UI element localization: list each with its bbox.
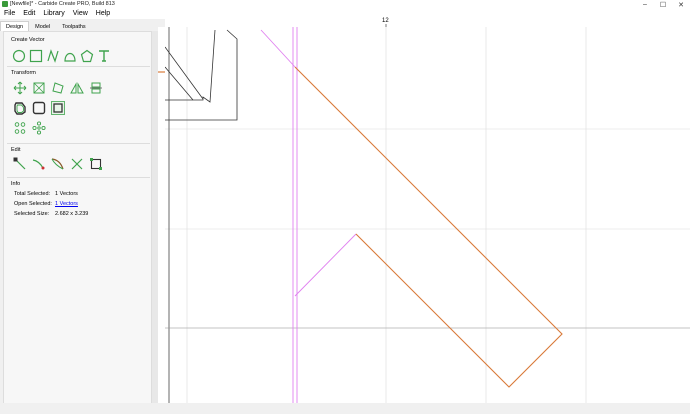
transform-section: Transform	[7, 67, 150, 144]
curve-icon[interactable]	[63, 49, 77, 63]
boolean-icon[interactable]	[51, 101, 65, 115]
cut-icon[interactable]	[70, 157, 84, 171]
create-vector-section: Create Vector	[7, 32, 150, 67]
vector-guide-magenta	[260, 27, 357, 403]
canvas-grid	[165, 27, 690, 403]
polygon-icon[interactable]	[80, 49, 94, 63]
total-selected-value: 1 Vectors	[55, 191, 78, 197]
section-title-create-vector: Create Vector	[11, 37, 45, 43]
trim-icon[interactable]	[32, 157, 46, 171]
minimize-button[interactable]: –	[636, 0, 654, 9]
node-edit-icon[interactable]	[13, 157, 27, 171]
open-selected-label: Open Selected:	[14, 201, 52, 207]
canvas-drawing	[165, 27, 690, 403]
selected-size-label: Selected Size:	[14, 211, 50, 217]
design-canvas[interactable]	[165, 27, 690, 403]
section-title-transform: Transform	[11, 70, 36, 76]
offset-icon[interactable]	[13, 101, 27, 115]
move-icon[interactable]	[13, 81, 27, 95]
circle-icon[interactable]	[12, 49, 26, 63]
rotate-icon[interactable]	[51, 81, 65, 95]
ruler-left-marker	[158, 71, 165, 73]
window-title: [Newfile]* - Carbide Create PRO, Build 8…	[10, 1, 115, 7]
scale-icon[interactable]	[32, 81, 46, 95]
menu-edit[interactable]: Edit	[19, 9, 39, 19]
edit-section: Edit	[7, 144, 150, 178]
tab-toolpaths[interactable]: Toolpaths	[56, 21, 92, 31]
vector-shape-gray	[165, 29, 238, 121]
open-selected-link[interactable]: 1 Vectors	[55, 201, 78, 207]
section-title-edit: Edit	[11, 147, 21, 153]
maximize-button[interactable]: ☐	[654, 0, 672, 9]
align-icon[interactable]	[89, 81, 103, 95]
menu-library[interactable]: Library	[39, 9, 68, 19]
close-button[interactable]: ✕	[672, 0, 690, 9]
curve-edit-icon[interactable]	[51, 157, 65, 171]
fillet-icon[interactable]	[32, 101, 46, 115]
menu-view[interactable]: View	[69, 9, 92, 19]
info-section: Info Total Selected: 1 Vectors Open Sele…	[7, 178, 150, 217]
open-selected-row: Open Selected: 1 Vectors	[14, 201, 78, 207]
linear-array-icon[interactable]	[32, 121, 46, 135]
total-selected-label: Total Selected:	[14, 191, 51, 197]
circular-array-icon[interactable]	[13, 121, 27, 135]
app-icon	[2, 1, 8, 7]
text-icon[interactable]	[97, 49, 111, 63]
workspace-tabs: Design Model Toolpaths	[0, 21, 160, 31]
polyline-icon[interactable]	[46, 49, 60, 63]
join-icon[interactable]	[89, 157, 103, 171]
selected-size-value: 2.682 x 3.239	[55, 211, 89, 217]
menu-help[interactable]: Help	[92, 9, 114, 19]
ruler-top-ticks	[385, 24, 387, 27]
menu-file[interactable]: File	[0, 9, 19, 19]
rectangle-icon[interactable]	[29, 49, 43, 63]
selected-vector	[294, 66, 563, 388]
selected-size-row: Selected Size: 2.682 x 3.239	[14, 211, 88, 217]
total-selected-row: Total Selected: 1 Vectors	[14, 191, 78, 197]
tab-design[interactable]: Design	[0, 21, 30, 31]
mirror-icon[interactable]	[70, 81, 84, 95]
tab-model[interactable]: Model	[29, 21, 56, 31]
section-title-info: Info	[11, 181, 21, 187]
design-panel: Create Vector Transform Edit Info Total …	[3, 31, 152, 405]
title-bar: [Newfile]* - Carbide Create PRO, Build 8…	[0, 0, 690, 9]
status-bar	[0, 403, 690, 414]
